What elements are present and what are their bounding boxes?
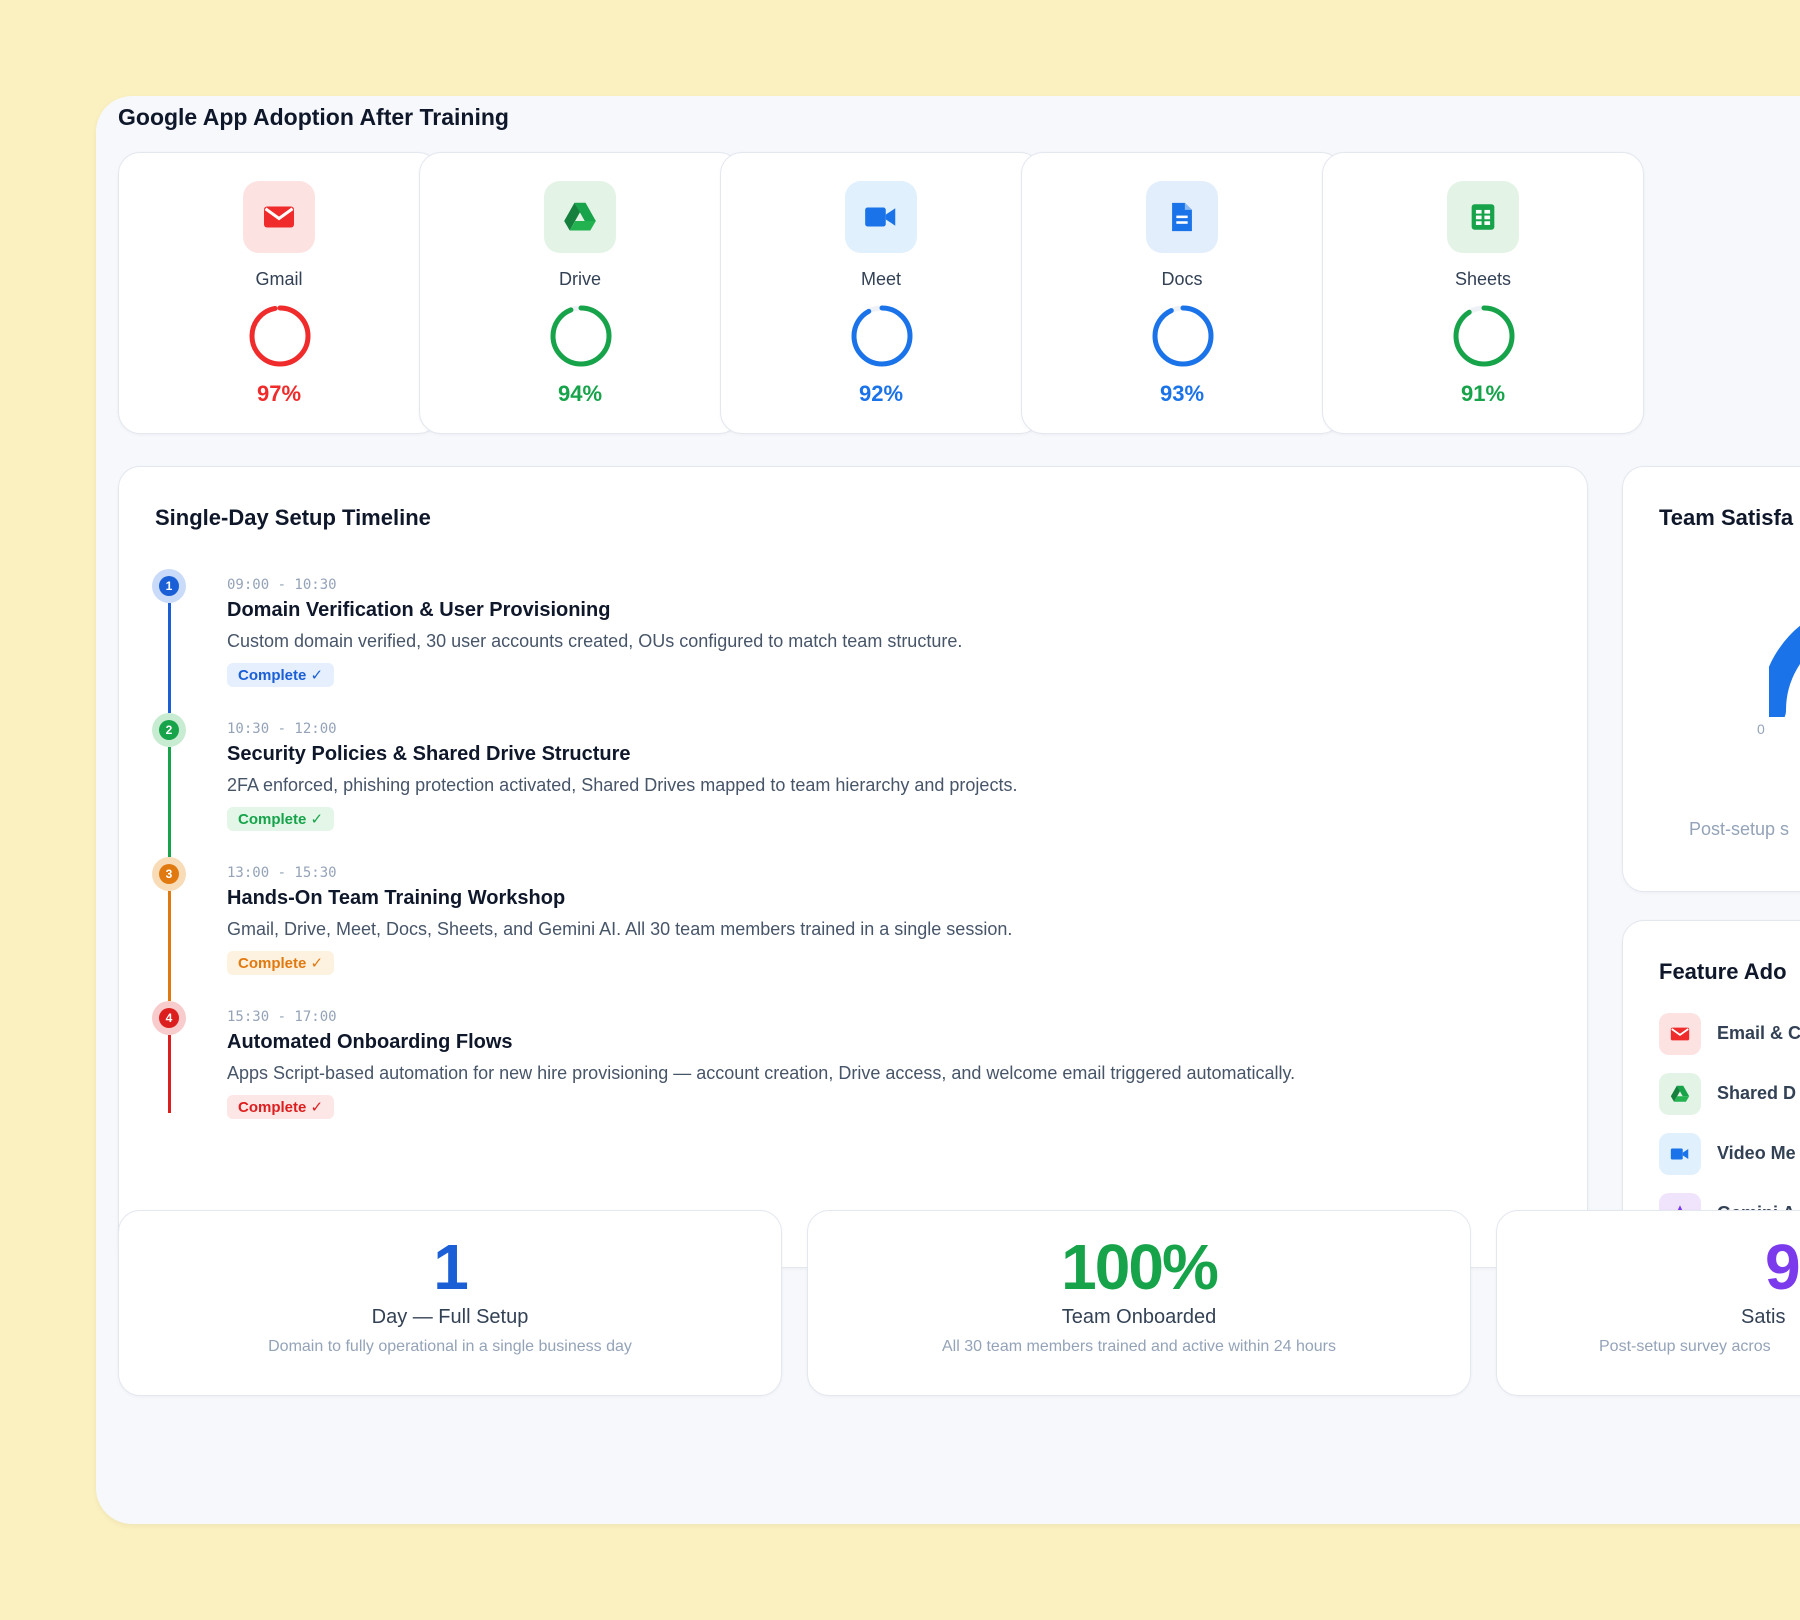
- app-card-meet: Meet 92%: [720, 152, 1042, 434]
- status-badge: Complete ✓: [227, 951, 335, 975]
- app-name: Meet: [860, 269, 902, 289]
- app-name: Sheets: [1454, 269, 1512, 289]
- adoption-ring: [249, 305, 311, 367]
- dashboard-panel: Google App Adoption After Training Gmail…: [96, 96, 1800, 1524]
- feature-row: Video Me: [1659, 1133, 1800, 1175]
- timeline-item: 2 10:30 - 12:00 Security Policies & Shar…: [119, 713, 1519, 857]
- timeline-item-description: 2FA enforced, phishing protection activa…: [227, 775, 1018, 795]
- timeline-item: 3 13:00 - 15:30 Hands-On Team Training W…: [119, 857, 1519, 1001]
- document-icon: [1146, 181, 1218, 253]
- app-card-sheets: Sheets 91%: [1322, 152, 1644, 434]
- feature-row: Email & C: [1659, 1013, 1800, 1055]
- gauge-caption: Post-setup s: [1689, 819, 1790, 839]
- stat-label: Day — Full Setup: [371, 1306, 529, 1328]
- app-card-docs: Docs 93%: [1021, 152, 1343, 434]
- timeline-item-title: Security Policies & Shared Drive Structu…: [227, 743, 631, 765]
- app-card-gmail: Gmail 97%: [118, 152, 440, 434]
- adoption-percent: 91%: [1460, 381, 1506, 406]
- adoption-ring: [1152, 305, 1214, 367]
- timeline-item-description: Custom domain verified, 30 user accounts…: [227, 631, 963, 651]
- timeline-time: 13:00 - 15:30: [227, 865, 337, 881]
- app-name: Docs: [1161, 269, 1203, 289]
- step-marker: 4: [152, 1001, 186, 1035]
- app-name: Gmail: [255, 269, 303, 289]
- stat-card-setup-days: 1 Day — Full Setup Domain to fully opera…: [118, 1210, 782, 1396]
- setup-timeline-card: Single-Day Setup Timeline 1 09:00 - 10:3…: [118, 466, 1588, 1268]
- step-marker: 2: [152, 713, 186, 747]
- timeline-title: Single-Day Setup Timeline: [155, 505, 431, 530]
- timeline-time: 10:30 - 12:00: [227, 721, 337, 737]
- stat-value: 9: [1765, 1231, 1800, 1303]
- stat-value: 100%: [1061, 1231, 1219, 1303]
- timeline-time: 09:00 - 10:30: [227, 577, 337, 593]
- video-camera-icon: [1659, 1133, 1701, 1175]
- mail-icon: [1659, 1013, 1701, 1055]
- page-title: Google App Adoption After Training: [118, 104, 509, 130]
- satisfaction-title: Team Satisfa: [1659, 505, 1794, 530]
- stat-description: All 30 team members trained and active w…: [942, 1338, 1336, 1355]
- stat-description: Domain to fully operational in a single …: [268, 1338, 632, 1355]
- satisfaction-gauge: [1769, 626, 1800, 717]
- drive-icon: [1659, 1073, 1701, 1115]
- feature-label: Video Me: [1717, 1143, 1796, 1163]
- timeline-time: 15:30 - 17:00: [227, 1009, 337, 1025]
- app-card-drive: Drive 94%: [419, 152, 741, 434]
- stat-card-team-onboarded: 100% Team Onboarded All 30 team members …: [807, 1210, 1471, 1396]
- step-marker: 3: [152, 857, 186, 891]
- adoption-ring: [1453, 305, 1515, 367]
- stat-card-satisfaction: 9 Satis Post-setup survey acros: [1496, 1210, 1800, 1396]
- status-badge: Complete ✓: [227, 663, 335, 687]
- adoption-ring: [550, 305, 612, 367]
- gauge-min-label: 0: [1757, 721, 1765, 737]
- timeline-item: 4 15:30 - 17:00 Automated Onboarding Flo…: [119, 1001, 1519, 1145]
- timeline-item-description: Apps Script-based automation for new hir…: [227, 1063, 1296, 1083]
- timeline-item-title: Automated Onboarding Flows: [227, 1031, 513, 1053]
- spreadsheet-icon: [1447, 181, 1519, 253]
- adoption-percent: 94%: [557, 381, 603, 406]
- stat-value: 1: [433, 1231, 469, 1303]
- stat-description: Post-setup survey acros: [1599, 1338, 1771, 1355]
- team-satisfaction-card: Team Satisfa 0 Post-setup s: [1622, 466, 1800, 892]
- mail-icon: [243, 181, 315, 253]
- timeline-item-title: Domain Verification & User Provisioning: [227, 599, 611, 621]
- stat-label: Team Onboarded: [1061, 1306, 1217, 1328]
- drive-icon: [544, 181, 616, 253]
- adoption-ring: [851, 305, 913, 367]
- stat-label: Satis: [1741, 1306, 1786, 1328]
- adoption-percent: 97%: [256, 381, 302, 406]
- adoption-percent: 92%: [858, 381, 904, 406]
- video-camera-icon: [845, 181, 917, 253]
- app-name: Drive: [558, 269, 601, 289]
- timeline-item: 1 09:00 - 10:30 Domain Verification & Us…: [119, 569, 1519, 713]
- adoption-percent: 93%: [1159, 381, 1205, 406]
- step-marker: 1: [152, 569, 186, 603]
- status-badge: Complete ✓: [227, 807, 335, 831]
- feature-label: Email & C: [1717, 1023, 1800, 1043]
- feature-adoption-title: Feature Ado: [1659, 959, 1787, 984]
- feature-row: Shared D: [1659, 1073, 1800, 1115]
- timeline-item-description: Gmail, Drive, Meet, Docs, Sheets, and Ge…: [227, 919, 1013, 939]
- timeline-item-title: Hands-On Team Training Workshop: [227, 887, 566, 909]
- status-badge: Complete ✓: [227, 1095, 335, 1119]
- feature-label: Shared D: [1717, 1083, 1797, 1103]
